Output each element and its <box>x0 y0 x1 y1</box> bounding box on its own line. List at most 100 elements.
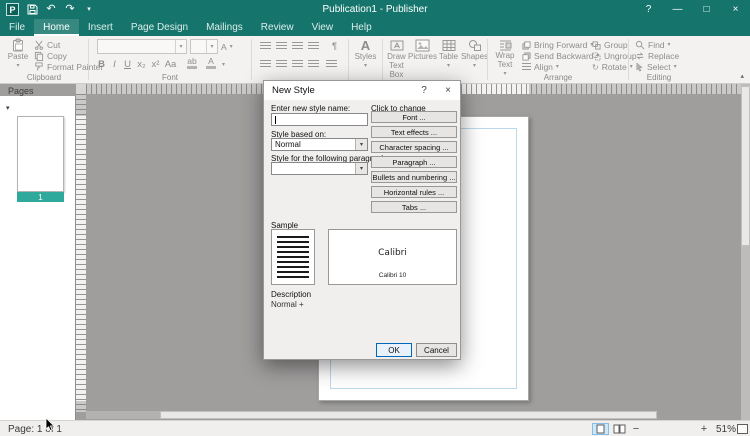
paragraph-change-button[interactable]: Paragraph ... <box>371 156 457 168</box>
tab-help[interactable]: Help <box>342 19 381 36</box>
change-case-button[interactable]: Aa <box>164 57 177 71</box>
single-page-view-button[interactable] <box>592 423 609 435</box>
bold-button[interactable]: B <box>95 57 108 71</box>
ok-button[interactable]: OK <box>376 343 412 357</box>
rotate-button[interactable]: ↻ Rotate ▾ <box>592 62 633 72</box>
tab-view[interactable]: View <box>303 19 343 36</box>
character-spacing-button[interactable]: Character spacing ... <box>371 141 457 153</box>
tab-mailings[interactable]: Mailings <box>197 19 252 36</box>
font-name-combobox[interactable]: ▾ <box>97 39 187 54</box>
font-color-bar <box>206 66 216 69</box>
text-effects-button[interactable]: Text effects ... <box>371 126 457 138</box>
table-button[interactable]: Table ▾ <box>436 39 461 81</box>
horizontal-scrollbar-thumb[interactable] <box>160 411 657 419</box>
collapse-pages-icon[interactable]: ▾ <box>6 104 10 112</box>
dialog-close-button[interactable]: × <box>436 81 460 100</box>
dropdown-arrow-icon[interactable]: ▾ <box>222 62 225 68</box>
dropdown-arrow-icon[interactable]: ▾ <box>355 139 367 150</box>
page-thumbnail-number[interactable]: 1 <box>17 192 64 202</box>
maximize-button[interactable]: □ <box>692 0 721 19</box>
numbering-icon[interactable] <box>276 42 287 51</box>
table-label: Table <box>439 53 458 62</box>
page-indicator[interactable]: Page: 1 of 1 <box>8 421 62 436</box>
send-backward-icon <box>522 52 531 61</box>
vertical-scrollbar[interactable] <box>741 84 750 420</box>
group-button[interactable]: Group <box>592 40 628 50</box>
cut-button[interactable]: Cut <box>34 40 60 50</box>
bring-forward-icon <box>522 41 531 50</box>
close-button[interactable]: × <box>721 0 750 19</box>
increase-indent-icon[interactable] <box>308 42 319 51</box>
page-thumbnail[interactable] <box>17 116 64 192</box>
bullets-icon[interactable] <box>260 42 271 51</box>
style-name-input[interactable] <box>271 113 368 126</box>
horizontal-scrollbar[interactable] <box>86 411 657 419</box>
shapes-icon <box>468 39 482 52</box>
paste-label: Paste <box>8 53 28 62</box>
italic-button[interactable]: I <box>108 57 121 71</box>
draw-text-box-button[interactable]: Draw Text Box <box>384 39 409 81</box>
bring-forward-button[interactable]: Bring Forward ▾ <box>522 40 593 50</box>
titlebar: P ↶ ↷ ▾ Publication1 - Publisher ? — □ × <box>0 0 750 19</box>
font-change-button[interactable]: Font ... <box>371 111 457 123</box>
paste-button[interactable]: Paste ▾ <box>4 38 32 74</box>
bullets-numbering-button[interactable]: Bullets and numbering ... <box>371 171 457 183</box>
minimize-button[interactable]: — <box>663 0 692 19</box>
redo-icon[interactable]: ↷ <box>64 2 76 17</box>
help-button[interactable]: ? <box>634 0 663 19</box>
tab-home[interactable]: Home <box>34 19 79 36</box>
fit-page-icon[interactable] <box>737 424 748 434</box>
save-icon[interactable] <box>26 2 38 17</box>
dropdown-arrow-icon[interactable]: ▾ <box>175 40 186 53</box>
table-icon <box>442 39 456 52</box>
tab-file[interactable]: File <box>0 19 34 36</box>
dropdown-arrow-icon[interactable]: ▾ <box>355 163 367 174</box>
subscript-button[interactable]: x₂ <box>135 57 148 71</box>
cancel-button[interactable]: Cancel <box>416 343 457 357</box>
copy-button[interactable]: Copy <box>34 51 67 61</box>
two-page-view-button[interactable] <box>611 423 628 435</box>
dialog-help-button[interactable]: ? <box>412 81 436 100</box>
underline-button[interactable]: U <box>121 57 134 71</box>
pictures-button[interactable]: Pictures <box>410 39 435 81</box>
vertical-scrollbar-thumb[interactable] <box>741 86 750 246</box>
collapse-ribbon-button[interactable]: ▴ <box>740 72 744 80</box>
pilcrow-icon[interactable]: ¶ <box>328 39 341 53</box>
styles-button[interactable]: A Styles ▾ <box>351 39 380 81</box>
based-on-combobox[interactable]: Normal ▾ <box>271 138 368 151</box>
align-left-icon[interactable] <box>260 60 271 69</box>
font-size-combobox[interactable]: ▾ <box>190 39 218 54</box>
find-button[interactable]: Find ▾ <box>635 40 671 50</box>
undo-icon[interactable]: ↶ <box>45 2 57 17</box>
grow-font-button[interactable]: A▾ <box>221 42 233 52</box>
horizontal-rules-button[interactable]: Horizontal rules ... <box>371 186 457 198</box>
shapes-button[interactable]: Shapes ▾ <box>462 39 487 81</box>
style-name-label: Enter new style name: <box>271 104 350 113</box>
following-paragraph-combobox[interactable]: ▾ <box>271 162 368 175</box>
zoom-level[interactable]: 51% <box>708 421 736 436</box>
line-spacing-icon[interactable] <box>326 60 337 69</box>
dropdown-arrow-icon: ▾ <box>473 63 476 69</box>
tab-page-design[interactable]: Page Design <box>122 19 197 36</box>
align-center-icon[interactable] <box>276 60 287 69</box>
tab-review[interactable]: Review <box>252 19 303 36</box>
paste-icon <box>11 38 25 52</box>
zoom-out-button[interactable]: − <box>630 421 642 436</box>
cut-label: Cut <box>47 40 60 50</box>
decrease-indent-icon[interactable] <box>292 42 303 51</box>
tab-insert[interactable]: Insert <box>79 19 122 36</box>
superscript-button[interactable]: x² <box>149 57 162 71</box>
justify-icon[interactable] <box>308 60 319 69</box>
publisher-app-icon[interactable]: P <box>6 3 19 16</box>
qat-customize-icon[interactable]: ▾ <box>83 2 95 17</box>
select-button[interactable]: Select ▾ <box>635 62 677 72</box>
font-color-button[interactable]: A <box>204 56 218 70</box>
arrange-group: Wrap Text ▾ Bring Forward ▾ Send Backwar… <box>488 36 628 83</box>
dropdown-arrow-icon[interactable]: ▾ <box>206 40 217 53</box>
align-button[interactable]: Align ▾ <box>522 62 559 72</box>
align-right-icon[interactable] <box>292 60 303 69</box>
tabs-change-button[interactable]: Tabs ... <box>371 201 457 213</box>
send-backward-button[interactable]: Send Backward ▾ <box>522 51 600 61</box>
replace-button[interactable]: Replace <box>635 51 679 61</box>
text-highlight-button[interactable]: ab <box>185 56 199 70</box>
